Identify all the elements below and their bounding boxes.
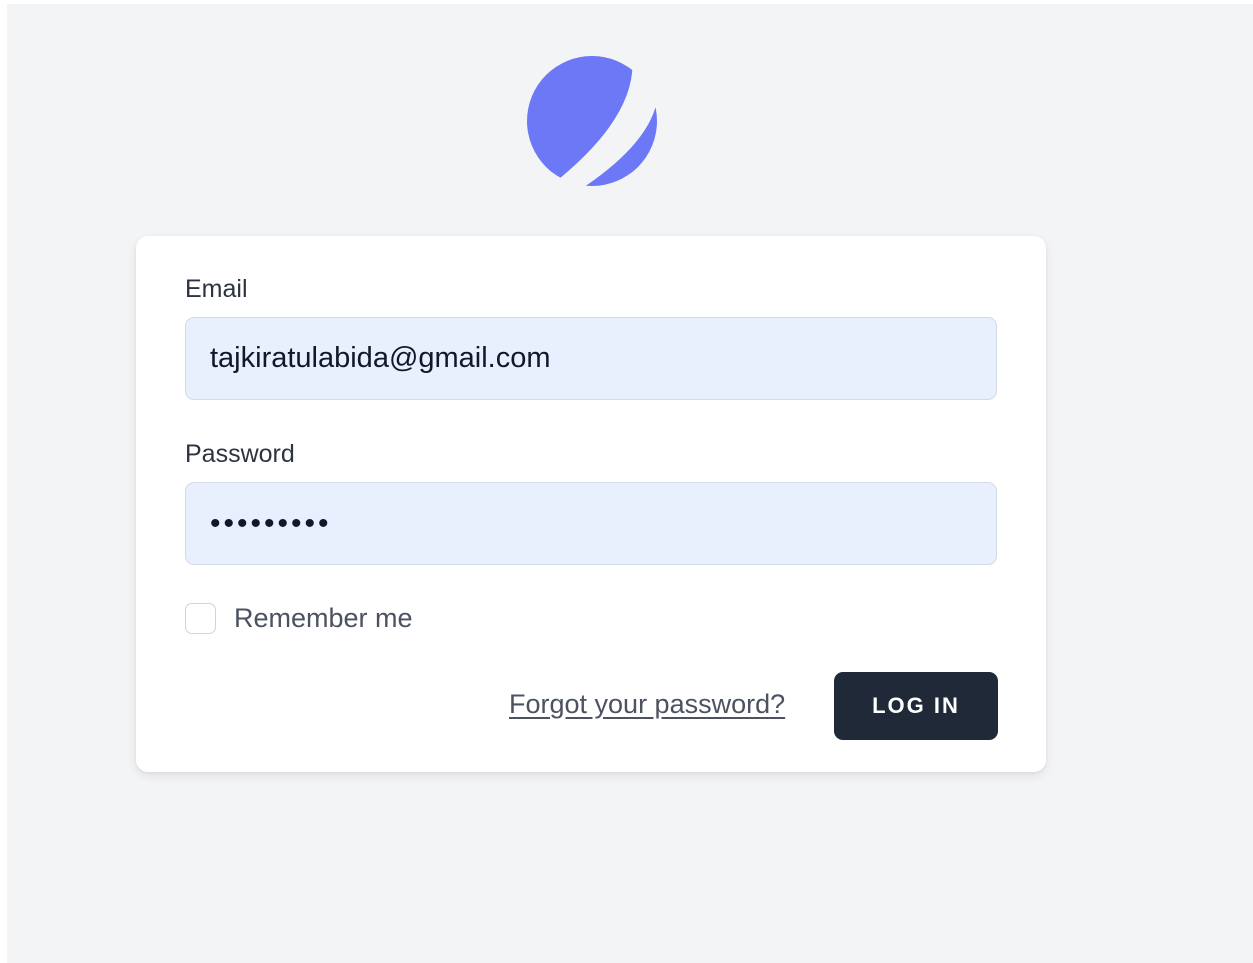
crescent-orb-logo-icon [526, 55, 658, 187]
email-field[interactable] [185, 317, 997, 400]
forgot-password-link[interactable]: Forgot your password? [509, 689, 785, 720]
login-button[interactable]: LOG IN [834, 672, 998, 740]
remember-me-checkbox[interactable] [185, 603, 216, 634]
login-card: Email Password Remember me Forgot your p… [136, 236, 1046, 772]
remember-me-option[interactable]: Remember me [185, 603, 413, 634]
password-label: Password [185, 440, 295, 468]
remember-me-label: Remember me [234, 603, 413, 633]
login-page: Email Password Remember me Forgot your p… [7, 4, 1253, 963]
password-field[interactable] [185, 482, 997, 565]
email-label: Email [185, 275, 248, 303]
